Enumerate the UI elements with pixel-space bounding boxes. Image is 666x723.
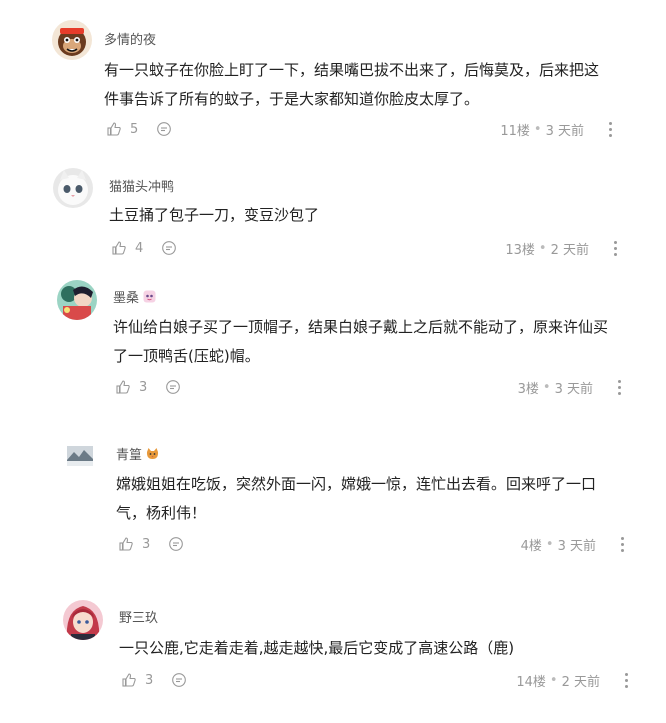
comment-meta: 14楼 • 2 天前 xyxy=(516,671,600,690)
thumbs-up-icon[interactable] xyxy=(106,121,122,137)
like-count: 5 xyxy=(130,121,139,137)
comment-text: 土豆捅了包子一刀，变豆沙包了 xyxy=(109,206,320,224)
monkey-avatar-image xyxy=(52,20,92,60)
like-count: 3 xyxy=(142,536,151,552)
comment-actions: 5 xyxy=(106,120,172,138)
username-text[interactable]: 野三玖 xyxy=(119,607,158,626)
thumbs-up-icon[interactable] xyxy=(115,379,131,395)
timestamp: 3 天前 xyxy=(545,124,584,139)
cat-emoji-badge xyxy=(146,447,159,460)
reply-bubble-icon[interactable] xyxy=(156,121,172,137)
username[interactable]: 青篁 xyxy=(116,444,159,463)
comment-text: 一只公鹿,它走着走着,越走越快,最后它变成了高速公路（鹿) xyxy=(119,639,515,657)
username-text[interactable]: 猫猫头冲鸭 xyxy=(109,176,174,195)
thumbs-up-icon[interactable] xyxy=(111,240,127,256)
timestamp: 2 天前 xyxy=(561,675,600,690)
more-vertical-icon[interactable] xyxy=(616,535,628,553)
like-count: 3 xyxy=(145,672,154,688)
floor-number: 11楼 xyxy=(500,124,530,139)
floor-number: 14楼 xyxy=(516,675,546,690)
username[interactable]: 猫猫头冲鸭 xyxy=(109,176,174,195)
reply-bubble-icon[interactable] xyxy=(165,379,181,395)
more-vertical-icon[interactable] xyxy=(609,239,621,257)
user-avatar[interactable] xyxy=(57,280,97,320)
separator-dot: • xyxy=(538,241,547,256)
comment-meta: 4楼 • 3 天前 xyxy=(521,535,596,554)
user-avatar[interactable] xyxy=(63,600,103,640)
separator-dot: • xyxy=(542,380,551,395)
like-count: 4 xyxy=(135,240,144,256)
red-hair-anime-avatar-image xyxy=(63,600,103,640)
reply-bubble-icon[interactable] xyxy=(168,536,184,552)
separator-dot: • xyxy=(545,537,554,552)
comment-actions: 4 xyxy=(111,239,177,257)
floor-number: 13楼 xyxy=(505,243,535,258)
username-text[interactable]: 墨桑 xyxy=(113,287,139,306)
username-text[interactable]: 多情的夜 xyxy=(104,29,156,48)
username[interactable]: 野三玖 xyxy=(119,607,158,626)
like-count: 3 xyxy=(139,379,148,395)
comment-text: 许仙给白娘子买了一顶帽子，结果白娘子戴上之后就不能动了，原来许仙买了一顶鸭舌(压… xyxy=(113,318,609,365)
comment-meta: 3楼 • 3 天前 xyxy=(518,378,593,397)
comment-actions: 3 xyxy=(118,535,184,553)
reply-bubble-icon[interactable] xyxy=(171,672,187,688)
thumbs-up-icon[interactable] xyxy=(121,672,137,688)
timestamp: 3 天前 xyxy=(557,539,596,554)
username-text[interactable]: 青篁 xyxy=(116,444,142,463)
separator-dot: • xyxy=(549,673,558,688)
more-vertical-icon[interactable] xyxy=(620,671,632,689)
comment-meta: 11楼 • 3 天前 xyxy=(500,120,584,139)
user-avatar[interactable] xyxy=(52,20,92,60)
anime-sticker-badge xyxy=(143,290,156,303)
user-avatar[interactable] xyxy=(67,446,93,466)
reply-bubble-icon[interactable] xyxy=(161,240,177,256)
floor-number: 3楼 xyxy=(517,382,539,397)
thumbs-up-icon[interactable] xyxy=(118,536,134,552)
landscape-avatar-image xyxy=(67,446,93,466)
comment-text: 有一只蚊子在你脸上盯了一下，结果嘴巴拔不出来了，后悔莫及，后来把这件事告诉了所有… xyxy=(104,61,600,108)
comment-actions: 3 xyxy=(115,378,181,396)
comment-meta: 13楼 • 2 天前 xyxy=(505,239,589,258)
timestamp: 2 天前 xyxy=(550,243,589,258)
anime-avatar-image xyxy=(57,280,97,320)
comment-text: 嫦娥姐姐在吃饭，突然外面一闪，嫦娥一惊，连忙出去看。回来呼了一口气，杨利伟！ xyxy=(116,475,597,522)
floor-number: 4楼 xyxy=(520,539,542,554)
username[interactable]: 墨桑 xyxy=(113,287,156,306)
separator-dot: • xyxy=(533,122,542,137)
timestamp: 3 天前 xyxy=(554,382,593,397)
user-avatar[interactable] xyxy=(53,168,93,208)
more-vertical-icon[interactable] xyxy=(613,378,625,396)
comment-actions: 3 xyxy=(121,671,187,689)
username[interactable]: 多情的夜 xyxy=(104,29,156,48)
cat-avatar-image xyxy=(53,168,93,208)
more-vertical-icon[interactable] xyxy=(604,120,616,138)
